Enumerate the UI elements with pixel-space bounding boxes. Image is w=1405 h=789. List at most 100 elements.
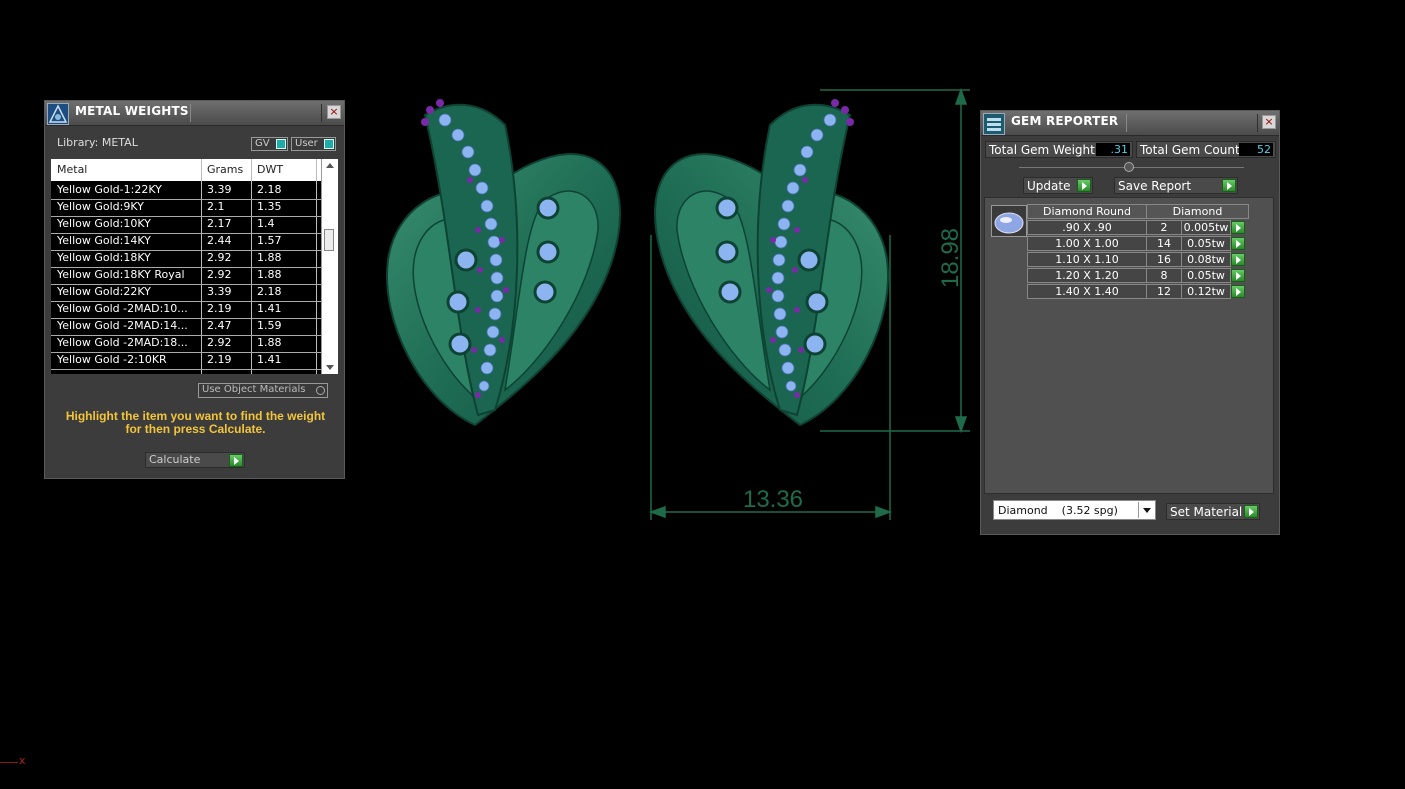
gem-reporter-panel: GEM REPORTER × Total Gem Weight .31 Tota… xyxy=(980,110,1280,535)
metal-cell-dwt: 1.59 xyxy=(257,319,282,332)
user-toggle[interactable]: User xyxy=(291,137,336,151)
save-report-arrow-icon xyxy=(1222,179,1236,192)
metal-table-row[interactable]: Yellow Gold:10KY 2.17 1.4 xyxy=(51,216,322,234)
metal-cell-dwt: 1.88 xyxy=(257,251,282,264)
col-grams[interactable]: Grams xyxy=(207,163,243,176)
scroll-up-icon[interactable] xyxy=(326,163,334,168)
library-label: Library: METAL xyxy=(57,136,138,149)
metal-cell-grams: 3.39 xyxy=(207,285,232,298)
total-weight-group: Total Gem Weight .31 xyxy=(985,141,1133,158)
calculate-button[interactable]: Calculate xyxy=(145,452,245,468)
metal-table-row[interactable]: Yellow Gold -2:10KR 2.19 1.41 xyxy=(51,352,322,370)
metal-cell-dwt: 1.88 xyxy=(257,336,282,349)
use-object-materials-label: Use Object Materials xyxy=(202,384,306,395)
gv-toggle[interactable]: GV xyxy=(251,137,288,151)
metal-cell-grams: 2.1 xyxy=(207,200,225,213)
metal-cell-metal: Yellow Gold:18KY xyxy=(57,251,151,264)
total-count-label: Total Gem Count xyxy=(1140,143,1240,157)
calculate-arrow-icon xyxy=(229,454,243,467)
metal-cell-dwt: 1.57 xyxy=(257,234,282,247)
metal-cell-grams: 2.92 xyxy=(207,268,232,281)
material-select-value: Diamond (3.52 spg) xyxy=(998,504,1118,517)
scroll-thumb[interactable] xyxy=(324,229,334,251)
metal-cell-metal: Yellow Gold:10KY xyxy=(57,217,151,230)
total-count-value: 52 xyxy=(1239,143,1273,156)
metal-table-row[interactable]: Yellow Gold:18KY 2.92 1.88 xyxy=(51,250,322,268)
gem-cell-size: 1.20 X 1.20 xyxy=(1027,268,1147,283)
update-arrow-icon xyxy=(1077,179,1091,192)
calculate-label: Calculate xyxy=(149,453,201,466)
gem-header-material: Diamond xyxy=(1146,204,1249,219)
metal-cell-grams: 2.47 xyxy=(207,319,232,332)
gem-report-area: Diamond Round Diamond .90 X .90 2 0.005tw 1… xyxy=(984,197,1274,494)
gem-cell-weight: 0.005tw xyxy=(1181,220,1231,235)
metal-table-row[interactable]: Yellow Gold -2MAD:14... 2.47 1.59 xyxy=(51,318,322,336)
separator-slider[interactable] xyxy=(1019,162,1244,172)
metal-table-row[interactable]: Yellow Gold:9KY 2.1 1.35 xyxy=(51,199,322,217)
earrings-viewport[interactable]: 18.98 13.36 xyxy=(360,80,980,530)
metal-scrollbar[interactable] xyxy=(321,159,338,374)
gem-cell-count: 16 xyxy=(1146,252,1182,267)
gem-cell-count: 14 xyxy=(1146,236,1182,251)
metal-cell-metal: Yellow Gold -2MAD:18... xyxy=(57,336,188,349)
metal-cell-grams: 2.19 xyxy=(207,353,232,366)
save-report-button[interactable]: Save Report xyxy=(1114,177,1238,194)
slider-knob-icon[interactable] xyxy=(1124,162,1134,172)
gem-cell-count: 2 xyxy=(1146,220,1182,235)
metal-cell-dwt: 1.41 xyxy=(257,302,282,315)
metal-table-row[interactable]: Yellow Gold -2MAD:10... 2.19 1.41 xyxy=(51,301,322,319)
axis-line xyxy=(0,762,18,763)
scroll-down-icon[interactable] xyxy=(326,365,334,370)
metal-table-row[interactable]: Yellow Gold:22KY 3.39 2.18 xyxy=(51,284,322,302)
gem-row-arrow-icon[interactable] xyxy=(1231,269,1245,282)
title-grip xyxy=(1126,114,1258,132)
metal-cell-dwt: 2.18 xyxy=(257,285,282,298)
metal-cell-metal: Yellow Gold-1:22KY xyxy=(57,183,162,196)
metal-cell-dwt: 1.88 xyxy=(257,268,282,281)
user-label: User xyxy=(295,138,318,149)
metal-cell-grams: 2.92 xyxy=(207,336,232,349)
metal-table[interactable]: Metal Grams DWT Yellow Gold-1:22KY 3.39 2.… xyxy=(51,159,338,374)
metal-cell-metal: Yellow Gold:14KY xyxy=(57,234,151,247)
gem-close-icon[interactable]: × xyxy=(1262,115,1276,129)
metal-cell-metal: Yellow Gold -2MAD:14... xyxy=(57,319,188,332)
metal-table-row[interactable]: Yellow Gold-1:22KY 3.39 2.18 xyxy=(51,182,322,200)
gem-row-arrow-icon[interactable] xyxy=(1231,253,1245,266)
gem-table[interactable]: Diamond Round Diamond .90 X .90 2 0.005tw 1… xyxy=(1027,204,1267,314)
gv-label: GV xyxy=(255,138,270,149)
metal-table-row[interactable]: Yellow Gold:14KY 2.44 1.57 xyxy=(51,233,322,251)
metal-cell-dwt: 1.4 xyxy=(257,217,275,230)
set-material-label: Set Material xyxy=(1170,505,1243,519)
instruction-text: Highlight the item you want to find the … xyxy=(45,410,346,436)
update-button[interactable]: Update xyxy=(1023,177,1093,194)
col-dwt[interactable]: DWT xyxy=(257,163,283,176)
gem-reporter-app-icon xyxy=(983,113,1005,135)
total-count-group: Total Gem Count 52 xyxy=(1136,141,1276,158)
gem-row-arrow-icon[interactable] xyxy=(1231,237,1245,250)
axis-x-label: x xyxy=(19,754,26,767)
gem-cell-count: 8 xyxy=(1146,268,1182,283)
metal-cell-grams: 2.17 xyxy=(207,217,232,230)
gem-row-arrow-icon[interactable] xyxy=(1231,285,1245,298)
gem-row-arrow-icon[interactable] xyxy=(1231,221,1245,234)
left-earring xyxy=(386,99,621,427)
chevron-down-icon[interactable] xyxy=(1138,502,1154,518)
set-material-button[interactable]: Set Material xyxy=(1166,503,1260,520)
metal-weights-app-icon xyxy=(47,103,69,125)
radio-icon xyxy=(316,386,325,395)
metal-table-row[interactable]: Yellow Gold:18KY Royal 2.92 1.88 xyxy=(51,267,322,285)
gem-cell-weight: 0.05tw xyxy=(1181,268,1231,283)
col-metal[interactable]: Metal xyxy=(57,163,87,176)
metal-weights-titlebar[interactable]: METAL WEIGHTS × xyxy=(45,101,344,126)
metal-cell-metal: Yellow Gold:22KY xyxy=(57,285,151,298)
metal-table-row[interactable]: Yellow Gold -2MAD:18... 2.92 1.88 xyxy=(51,335,322,353)
metal-close-icon[interactable]: × xyxy=(327,105,341,119)
use-object-materials-toggle[interactable]: Use Object Materials xyxy=(198,383,328,398)
metal-cell-metal: Yellow Gold:18KY Royal xyxy=(57,268,185,281)
material-select[interactable]: Diamond (3.52 spg) xyxy=(993,500,1156,520)
gem-cell-weight: 0.08tw xyxy=(1181,252,1231,267)
gem-cell-size: .90 X .90 xyxy=(1027,220,1147,235)
gem-reporter-titlebar[interactable]: GEM REPORTER × xyxy=(981,111,1279,136)
gem-cell-count: 12 xyxy=(1146,284,1182,299)
metal-cell-metal: Yellow Gold:9KY xyxy=(57,200,144,213)
